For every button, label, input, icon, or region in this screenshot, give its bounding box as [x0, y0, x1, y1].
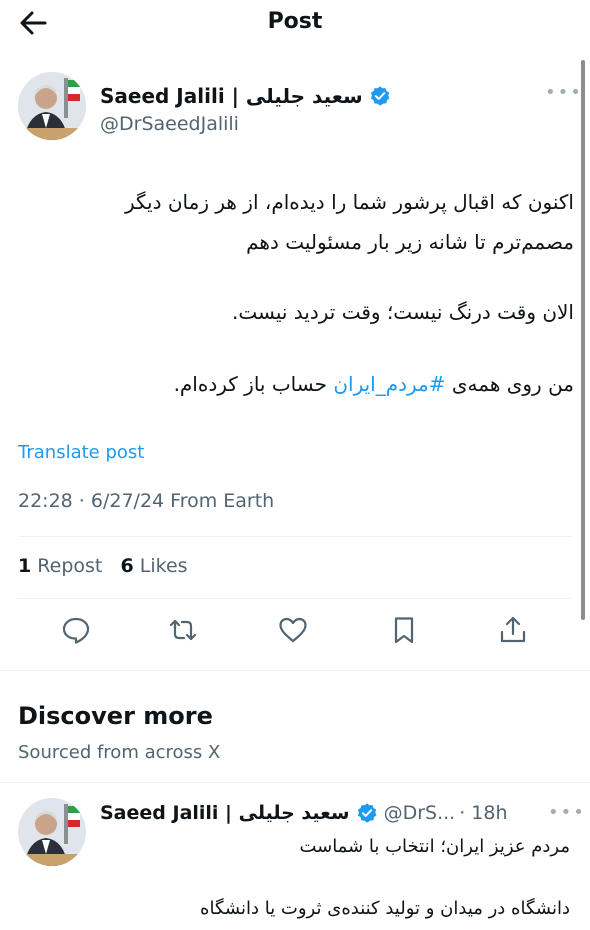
- top-bar: Post: [0, 0, 590, 44]
- card-time: · 18h: [459, 802, 508, 824]
- post-text-line: اکنون که اقبال پرشور شما را دیده‌ام، از …: [124, 190, 574, 214]
- likes-count: 6: [120, 555, 134, 577]
- page-title: Post: [267, 9, 323, 34]
- repost-count: 1: [18, 555, 32, 577]
- author-name[interactable]: Saeed Jalili | سعید جلیلی: [100, 84, 363, 108]
- divider: [0, 782, 590, 783]
- verified-badge-icon: [357, 803, 377, 823]
- avatar[interactable]: [18, 798, 86, 866]
- post-stats: 1 Repost 6 Likes: [18, 555, 188, 577]
- more-icon[interactable]: •••: [545, 84, 583, 102]
- avatar[interactable]: [18, 72, 86, 140]
- divider: [18, 536, 572, 537]
- repost-stat[interactable]: 1 Repost: [18, 555, 102, 577]
- discover-subtitle: Sourced from across X: [18, 742, 221, 763]
- section-divider: [0, 670, 590, 671]
- repost-label: Repost: [37, 555, 103, 577]
- author-name[interactable]: Saeed Jalili | سعید جلیلی: [100, 802, 350, 824]
- likes-stat[interactable]: 6 Likes: [120, 555, 187, 577]
- reply-icon[interactable]: [60, 614, 92, 646]
- avatar-photo: [18, 798, 86, 866]
- card-handle[interactable]: @DrS...: [384, 802, 456, 824]
- post-text: من روی همه‌ی: [451, 372, 574, 396]
- card-text-line: مردم عزیز ایران؛ انتخاب با شماست: [299, 836, 570, 857]
- author-handle[interactable]: @DrSaeedJalili: [100, 113, 239, 135]
- like-icon[interactable]: [277, 614, 309, 646]
- bookmark-icon[interactable]: [388, 614, 420, 646]
- repost-icon[interactable]: [167, 614, 199, 646]
- post-timestamp: 22:28 · 6/27/24 From Earth: [18, 490, 275, 512]
- discover-heading: Discover more: [18, 702, 213, 730]
- card-author-row[interactable]: Saeed Jalili | سعید جلیلی @DrS... · 18h: [100, 802, 508, 824]
- post-text-line: مصمم‌ترم تا شانه زیر بار مسئولیت دهم: [246, 230, 574, 254]
- verified-badge-icon: [370, 86, 390, 106]
- post-text-line: من روی همه‌ی #مردم_ایران حساب باز کرده‌ا…: [18, 366, 574, 402]
- avatar-photo: [18, 72, 86, 140]
- author-name-row[interactable]: Saeed Jalili | سعید جلیلی: [100, 84, 391, 108]
- divider: [18, 598, 572, 599]
- translate-post-link[interactable]: Translate post: [18, 442, 144, 463]
- hashtag-link[interactable]: #مردم_ایران: [333, 372, 445, 396]
- scrollbar[interactable]: [581, 60, 585, 620]
- share-icon[interactable]: [497, 614, 529, 646]
- post-text: حساب باز کرده‌ام.: [173, 372, 327, 396]
- likes-label: Likes: [139, 555, 188, 577]
- post-text-line: الان وقت درنگ نیست؛ وقت تردید نیست.: [232, 300, 574, 324]
- more-icon[interactable]: •••: [548, 804, 586, 822]
- card-text-line: دانشگاه در میدان و تولید کننده‌ی ثروت یا…: [200, 898, 570, 919]
- action-bar: [0, 614, 590, 650]
